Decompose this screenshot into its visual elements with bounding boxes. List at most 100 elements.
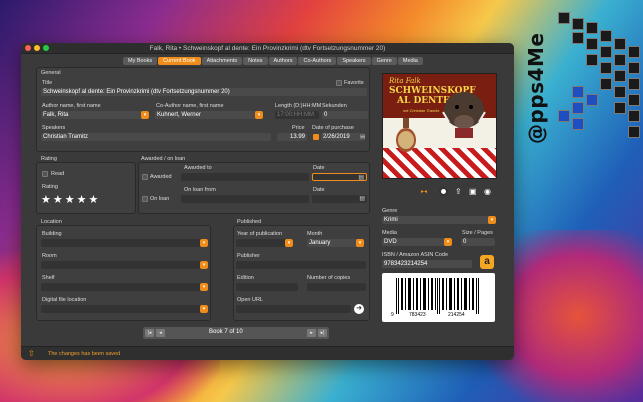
media-value: DVD <box>384 239 397 245</box>
tab-attachments[interactable]: Attachments <box>201 57 243 65</box>
month-value: January <box>309 240 331 246</box>
building-field[interactable]: ▾ <box>41 239 208 247</box>
edition-field[interactable] <box>236 283 298 291</box>
calendar-icon[interactable]: ▤ <box>358 174 364 180</box>
book-cover-image[interactable]: Rita Falk SCHWEINSKOPF AL DENTE mit Chri… <box>382 73 497 179</box>
digital-location-label: Digital file location <box>42 297 87 303</box>
tab-speakers[interactable]: Speakers <box>337 57 371 65</box>
tab-my-books[interactable]: My Books <box>123 57 158 65</box>
star-rating[interactable]: ★★★★★ <box>41 193 100 206</box>
copies-field[interactable] <box>307 283 366 291</box>
year-dropdown-icon[interactable]: ▾ <box>285 239 293 247</box>
awarded-to-field[interactable] <box>181 173 309 181</box>
loan-date-field[interactable]: ▤ <box>312 195 367 203</box>
seconds-field[interactable]: 0 <box>322 111 368 119</box>
publisher-label: Publisher <box>237 253 260 259</box>
url-field[interactable] <box>236 305 351 313</box>
month-dropdown-icon[interactable]: ▾ <box>356 239 364 247</box>
genre-dropdown-icon[interactable]: ▾ <box>488 216 496 224</box>
cover-author: Rita Falk <box>389 77 421 85</box>
open-url-button[interactable]: ➜ <box>354 304 364 314</box>
shelf-dropdown-icon[interactable]: ▾ <box>200 283 208 291</box>
isbn-field[interactable]: 9783423214254 <box>382 260 472 268</box>
genre-select[interactable]: Krimi ▾ <box>382 216 496 224</box>
barcode-digits-1: 783423 <box>409 312 426 318</box>
tab-authors[interactable]: Authors <box>268 57 298 65</box>
tab-notes[interactable]: Notes <box>243 57 268 65</box>
award-date-field[interactable]: ▤ <box>312 173 367 181</box>
length-field[interactable]: 17:00:HH:MM <box>275 111 319 119</box>
tab-co-authors[interactable]: Co-Authors <box>298 57 337 65</box>
read-checkbox[interactable] <box>42 171 48 177</box>
scanner-icon[interactable]: ▣ <box>469 187 477 196</box>
coauthor-field[interactable]: Kuhnert, Werner ▾ <box>155 111 263 119</box>
coauthor-dropdown-icon[interactable]: ▾ <box>255 111 263 119</box>
media-select[interactable]: DVD ▾ <box>382 238 452 246</box>
rating-label: Rating <box>42 184 58 190</box>
loan-from-field[interactable] <box>181 195 309 203</box>
record-navigator: |◂ ◂ Book 7 of 10 ▸ ▸| <box>143 327 329 339</box>
media-label: Media <box>382 230 397 236</box>
speakers-label: Speakers <box>42 125 66 131</box>
month-select[interactable]: January ▾ <box>307 239 364 247</box>
media-controls: ▸◂ ⇪ ▣ ◉ <box>421 187 501 197</box>
year-label: Year of publication <box>237 231 283 237</box>
tab-media[interactable]: Media <box>397 57 423 65</box>
last-record-button[interactable]: ▸| <box>318 329 327 337</box>
copies-label: Number of copies <box>307 275 351 281</box>
purchase-date-label: Date of purchase <box>312 125 354 131</box>
favorite-checkbox[interactable] <box>336 80 342 86</box>
share-icon[interactable]: ⇪ <box>455 187 462 196</box>
building-dropdown-icon[interactable]: ▾ <box>200 239 208 247</box>
loan-from-label: On loan from <box>184 187 216 193</box>
media-dropdown-icon[interactable]: ▾ <box>444 238 452 246</box>
title-field[interactable]: Schweinskopf al dente: Ein Provinzkrimi … <box>41 88 367 96</box>
window-title: Falk, Rita • Schweinskopf al dente: Ein … <box>149 45 386 52</box>
export-icon[interactable]: ⇧ <box>28 349 35 358</box>
next-record-button[interactable]: ▸ <box>307 329 316 337</box>
app-window: Falk, Rita • Schweinskopf al dente: Ein … <box>21 43 514 360</box>
shelf-field[interactable]: ▾ <box>41 283 208 291</box>
coauthor-value: Kuhnert, Werner <box>157 112 201 118</box>
digital-location-dropdown-icon[interactable]: ▾ <box>200 305 208 313</box>
camera-icon[interactable]: ◉ <box>484 187 491 196</box>
calendar-icon[interactable]: ▤ <box>359 195 365 203</box>
barcode-digit-left: 9 <box>391 312 394 318</box>
title-label: Title <box>42 80 53 86</box>
play-forward-icon[interactable]: ▸◂ <box>421 188 427 195</box>
amazon-icon[interactable]: a <box>480 255 494 269</box>
barcode-digits-2: 214254 <box>448 312 465 318</box>
first-record-button[interactable]: |◂ <box>145 329 154 337</box>
room-dropdown-icon[interactable]: ▾ <box>200 261 208 269</box>
general-header: General <box>41 70 61 76</box>
status-message: The changes has been saved <box>48 351 121 357</box>
awarded-label: Awarded <box>150 174 172 180</box>
awarded-checkbox[interactable] <box>142 174 148 180</box>
loan-section <box>138 162 370 214</box>
purchase-date-checkbox[interactable] <box>313 134 319 140</box>
author-field[interactable]: Falk, Rita ▾ <box>41 111 149 119</box>
genre-value: Krimi <box>384 217 398 223</box>
pages-label: Size / Pages <box>462 230 493 236</box>
author-dropdown-icon[interactable]: ▾ <box>141 111 149 119</box>
tab-current-book[interactable]: Current Book <box>158 57 201 65</box>
purchase-date-field[interactable]: 2/26/2019 <box>321 133 365 141</box>
pages-field[interactable]: 0 <box>461 238 495 246</box>
tab-genre[interactable]: Genre <box>371 57 397 65</box>
room-field[interactable]: ▾ <box>41 261 208 269</box>
author-label: Author name, first name <box>42 103 101 109</box>
price-field[interactable]: 13.99 <box>277 133 307 141</box>
year-field[interactable]: ▾ <box>236 239 293 247</box>
month-label: Month <box>307 231 323 237</box>
calendar-icon[interactable]: ▤ <box>360 134 365 140</box>
isbn-label: ISBN / Amazon ASIN Code <box>382 252 449 258</box>
record-position: Book 7 of 10 <box>209 329 243 335</box>
on-loan-checkbox[interactable] <box>142 196 148 202</box>
building-label: Building <box>42 231 62 237</box>
speakers-field[interactable]: Christian Tramitz <box>41 133 271 141</box>
digital-location-field[interactable]: ▾ <box>41 305 208 313</box>
publisher-field[interactable] <box>236 261 366 269</box>
prev-record-button[interactable]: ◂ <box>156 329 165 337</box>
record-icon[interactable] <box>439 187 448 196</box>
titlebar: Falk, Rita • Schweinskopf al dente: Ein … <box>21 43 514 54</box>
